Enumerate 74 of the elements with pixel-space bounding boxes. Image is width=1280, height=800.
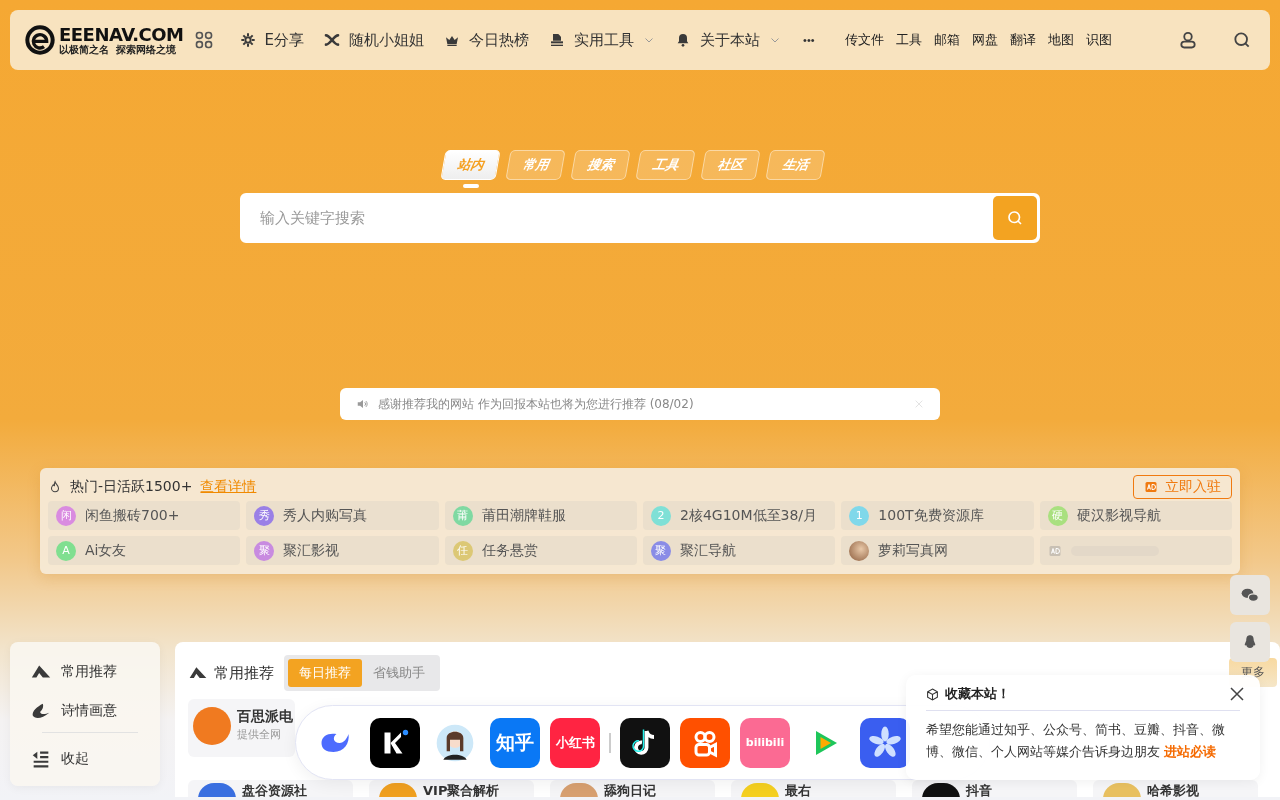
site-card[interactable]: 最右	[731, 780, 896, 797]
site-card[interactable]: 舔狗日记	[550, 780, 715, 797]
tray-icon	[549, 32, 566, 48]
nav-item[interactable]: 关于本站	[667, 24, 790, 56]
hot-item[interactable]: 1 100T免费资源库	[841, 501, 1034, 530]
avatar-badge: 聚	[254, 540, 275, 561]
user-icon	[1178, 30, 1198, 50]
gear-icon	[239, 32, 256, 48]
avatar-badge: 硬	[1047, 505, 1068, 526]
search-icon	[1006, 209, 1024, 227]
cube-icon	[926, 687, 939, 701]
hot-item[interactable]: 硬 硬汉影视导航	[1039, 501, 1232, 530]
more-button[interactable]: •••	[797, 33, 821, 47]
quick-link[interactable]: 工具	[889, 27, 928, 53]
quick-link[interactable]: 传文件	[838, 27, 890, 53]
hot-item[interactable]: A Ai女友	[48, 536, 241, 565]
quick-link[interactable]: 翻译	[1003, 27, 1042, 53]
nav-item[interactable]: 随机小姐姐	[316, 24, 433, 56]
logo-icon	[24, 24, 56, 56]
site-card[interactable]: VIP聚合解析	[369, 780, 534, 797]
logo-text[interactable]: EEENAV.COM	[59, 24, 184, 44]
app-icon[interactable]: 小红书	[550, 717, 600, 768]
ad-icon	[1047, 544, 1062, 557]
avatar-badge: 聚	[651, 540, 671, 561]
avatar-badge: 莆	[452, 505, 473, 526]
avatar-icon	[435, 722, 475, 763]
section-title: 常用推荐	[214, 663, 274, 683]
speaker-icon	[356, 397, 370, 411]
site-card[interactable]: 盘谷资源社	[188, 780, 353, 797]
site-card[interactable]: 抖音	[912, 780, 1077, 797]
app-icon[interactable]	[370, 717, 420, 768]
collapse-button[interactable]: 收起	[10, 739, 160, 778]
hot-title: 热门-日活跃1500+	[70, 478, 193, 496]
hot-item[interactable]: 任 任务悬赏	[444, 536, 637, 565]
twist-icon	[324, 32, 341, 48]
sidebar-item[interactable]: 常用推荐	[10, 652, 160, 691]
quick-link[interactable]: 网盘	[965, 27, 1004, 53]
sidebar-item[interactable]: 诗情画意	[10, 691, 160, 730]
avatar-badge: 任	[452, 540, 473, 561]
qq-button[interactable]	[1230, 622, 1270, 662]
app-icon[interactable]: 知乎	[490, 717, 540, 768]
avatar-badge: 1	[849, 505, 870, 526]
avatar-photo	[849, 540, 870, 561]
quick-link[interactable]: 地图	[1041, 27, 1080, 53]
close-button[interactable]	[1228, 685, 1246, 703]
quick-link[interactable]: 识图	[1079, 27, 1118, 53]
popup-message: 希望您能通过知乎、公众号、简书、豆瓣、抖音、微博、微信、个人网站等媒介告诉身边朋友 进站必读	[926, 721, 1226, 761]
hot-item[interactable]: 萝莉写真网	[841, 536, 1034, 565]
search-icon	[1232, 30, 1252, 50]
avatar-badge: A	[56, 540, 76, 561]
nav-item[interactable]: 实用工具	[541, 24, 664, 56]
apps-icon	[193, 30, 214, 50]
avatar-badge: 秀	[254, 505, 275, 526]
flame-icon	[48, 480, 62, 494]
hot-item[interactable]: 莆 莆田潮牌鞋服	[444, 501, 637, 530]
hot-item[interactable]: 聚 聚汇影视	[246, 536, 439, 565]
app-icon[interactable]	[620, 717, 670, 768]
avatar-badge: 2	[651, 505, 671, 526]
logo-tagline: 以极简之名 探索网络之境	[59, 43, 177, 56]
site-card[interactable]: 百思派电 提供全网	[188, 699, 295, 757]
popup-title: 收藏本站！	[945, 685, 1011, 703]
wechat-button[interactable]	[1230, 575, 1270, 615]
nav-item[interactable]: E分享	[231, 24, 313, 56]
ad-icon	[1144, 481, 1158, 493]
close-icon	[1228, 685, 1246, 703]
hot-item[interactable]: 聚 聚汇导航	[643, 536, 836, 565]
quick-link[interactable]: 邮箱	[927, 27, 966, 53]
hot-item[interactable]: 2 2核4G10M低至38/月	[643, 501, 836, 530]
nav-item[interactable]: 今日热榜	[436, 24, 538, 56]
site-card[interactable]: 哈希影视	[1093, 780, 1258, 797]
hot-item[interactable]: 闲 闲鱼搬砖700+	[48, 501, 241, 530]
avatar-badge: 闲	[56, 505, 76, 526]
hot-item[interactable]: 秀 秀人内购写真	[246, 501, 439, 530]
notice-text: 感谢推荐我的网站 作为回报本站也将为您进行推荐 (08/02)	[378, 395, 695, 413]
